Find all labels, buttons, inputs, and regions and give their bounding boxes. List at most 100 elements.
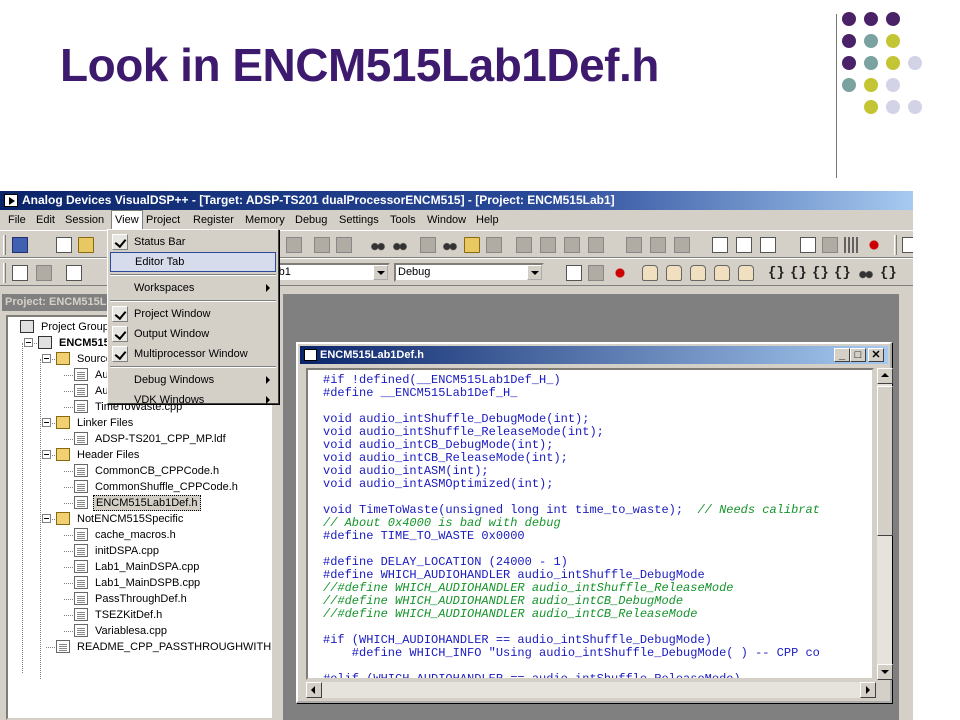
menu-help[interactable]: Help xyxy=(473,210,502,230)
rebuild-icon[interactable] xyxy=(540,237,556,253)
run-brace-icon[interactable]: {} xyxy=(834,265,851,281)
editor-vertical-scrollbar[interactable] xyxy=(876,368,893,680)
menu-project[interactable]: Project xyxy=(143,210,183,230)
remove-file-icon[interactable] xyxy=(36,265,52,281)
watch-icon[interactable] xyxy=(858,265,874,281)
locals-icon[interactable] xyxy=(866,237,882,253)
restart-icon[interactable] xyxy=(738,265,754,281)
disassembly-icon[interactable] xyxy=(760,237,776,253)
step-over-brace-icon[interactable]: {} xyxy=(790,265,807,281)
find-icon[interactable] xyxy=(370,237,386,253)
menu-window[interactable]: Window xyxy=(424,210,469,230)
stop-build-icon[interactable] xyxy=(588,237,604,253)
menu-memory[interactable]: Memory xyxy=(242,210,288,230)
view-menu-item[interactable]: Output Window xyxy=(110,324,276,344)
collapse-icon[interactable] xyxy=(42,514,51,523)
file-icon xyxy=(74,480,88,493)
menu-register[interactable]: Register xyxy=(190,210,237,230)
collapse-icon[interactable] xyxy=(42,354,51,363)
app-icon[interactable] xyxy=(4,194,18,207)
menu-session[interactable]: Session xyxy=(62,210,107,230)
view-menu-item[interactable]: Multiprocessor Window xyxy=(110,344,276,364)
menu-edit[interactable]: Edit xyxy=(33,210,58,230)
workspace-scrollbar[interactable] xyxy=(899,294,913,720)
collapse-icon[interactable] xyxy=(42,418,51,427)
session-icon[interactable] xyxy=(12,237,28,253)
build-project-icon[interactable] xyxy=(588,265,604,281)
app-titlebar[interactable]: Analog Devices VisualDSP++ - [Target: AD… xyxy=(0,191,913,210)
undo-icon[interactable] xyxy=(314,237,330,253)
toolbar-grip[interactable] xyxy=(3,235,6,255)
halt-icon[interactable] xyxy=(642,265,658,281)
menu-debug[interactable]: Debug xyxy=(292,210,330,230)
toolbar-grip[interactable] xyxy=(894,235,897,255)
paste-icon[interactable] xyxy=(286,237,302,253)
step-into-icon[interactable] xyxy=(690,265,706,281)
editor-titlebar[interactable]: ENCM515Lab1Def.h xyxy=(300,346,888,364)
menu-file[interactable]: File xyxy=(5,210,29,230)
find-in-files-icon[interactable] xyxy=(442,237,458,253)
collapse-icon[interactable] xyxy=(42,450,51,459)
redo-icon[interactable] xyxy=(336,237,352,253)
scroll-right-icon[interactable] xyxy=(860,682,876,698)
add-file-icon[interactable] xyxy=(12,265,28,281)
compile-icon[interactable] xyxy=(564,237,580,253)
menu-settings[interactable]: Settings xyxy=(336,210,382,230)
decorative-dot xyxy=(886,12,900,26)
decorative-dot xyxy=(864,34,878,48)
tree-item-label: ADSP-TS201_CPP_MP.ldf xyxy=(95,433,226,445)
find-next-icon[interactable] xyxy=(392,237,408,253)
replace-icon[interactable] xyxy=(464,237,480,253)
scroll-up-icon[interactable] xyxy=(877,368,893,384)
view-menu-item[interactable]: Project Window xyxy=(110,304,276,324)
menu-tools[interactable]: Tools xyxy=(387,210,419,230)
view-menu-item[interactable]: Workspaces xyxy=(110,278,276,298)
menu-view[interactable]: View xyxy=(111,210,143,230)
bookmark-icon[interactable] xyxy=(486,237,502,253)
maximize-button[interactable]: □ xyxy=(850,348,866,362)
scroll-thumb[interactable] xyxy=(877,386,893,536)
scroll-left-icon[interactable] xyxy=(306,682,322,698)
build-icon[interactable] xyxy=(516,237,532,253)
window-tile-icon[interactable] xyxy=(902,237,913,253)
view-menu-item[interactable]: Debug Windows xyxy=(110,370,276,390)
code-editor[interactable]: #if !defined(__ENCM515Lab1Def_H_) #define… xyxy=(306,368,874,680)
configuration-combo[interactable]: Debug xyxy=(394,263,544,282)
new-file-icon[interactable] xyxy=(56,237,72,253)
output-window-icon[interactable] xyxy=(736,237,752,253)
code-text: // About 0x4000 is bad with debug xyxy=(323,516,561,530)
step-out-icon[interactable] xyxy=(714,265,730,281)
minimize-button[interactable]: _ xyxy=(834,348,850,362)
tree-item-label: ENCM515 xyxy=(59,337,110,349)
context-help-icon[interactable] xyxy=(626,237,642,253)
project-window-icon[interactable] xyxy=(712,237,728,253)
scroll-down-icon[interactable] xyxy=(877,664,893,680)
step-out-brace-icon[interactable]: {} xyxy=(812,265,829,281)
build-file-icon[interactable] xyxy=(566,265,582,281)
code-text: void audio_intShuffle_DebugMode(int); xyxy=(323,412,590,426)
editor-horizontal-scrollbar[interactable] xyxy=(306,682,876,698)
close-button[interactable]: ✕ xyxy=(868,348,884,362)
registers-icon[interactable] xyxy=(800,237,816,253)
file-icon xyxy=(74,560,88,573)
dropdown-arrow-icon[interactable] xyxy=(373,265,388,280)
view-menu-item[interactable]: Editor Tab xyxy=(110,252,276,272)
dropdown-arrow-icon[interactable] xyxy=(527,265,542,280)
collapse-icon[interactable] xyxy=(24,338,33,347)
open-file-icon[interactable] xyxy=(78,237,94,253)
memory-icon[interactable] xyxy=(822,237,838,253)
expressions-icon[interactable] xyxy=(844,237,860,253)
decorative-dot xyxy=(908,100,922,114)
window-icon[interactable] xyxy=(420,237,436,253)
whats-this-icon[interactable] xyxy=(650,237,666,253)
help-icon[interactable] xyxy=(674,237,690,253)
call-stack-icon[interactable]: {} xyxy=(880,265,897,281)
step-brace-icon[interactable]: {} xyxy=(768,265,785,281)
run-to-cursor-icon[interactable] xyxy=(612,265,628,281)
step-over-icon[interactable] xyxy=(666,265,682,281)
view-menu-item[interactable]: VDK Windows xyxy=(110,390,276,410)
project-options-icon[interactable] xyxy=(66,265,82,281)
decorative-dot-grid xyxy=(842,12,952,162)
toolbar-grip[interactable] xyxy=(3,263,6,283)
view-menu-item[interactable]: Status Bar xyxy=(110,232,276,252)
